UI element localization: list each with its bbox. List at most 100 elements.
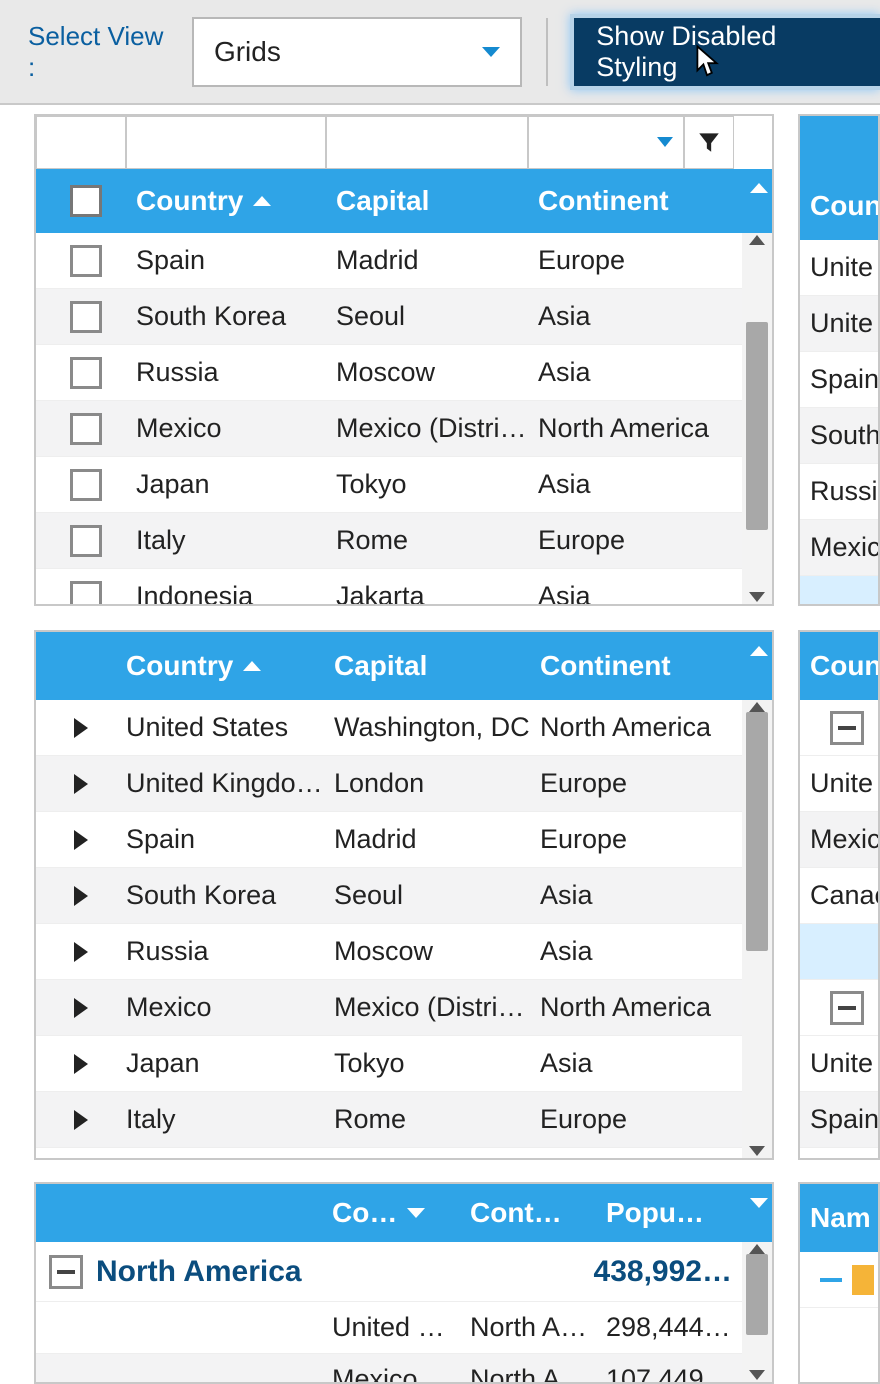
table-row[interactable]: United S…North A…298,444,… [36, 1302, 742, 1354]
table-row[interactable]: Unite [800, 1036, 878, 1092]
header-capital[interactable]: Capital [326, 169, 528, 233]
chevron-down-icon [657, 137, 673, 147]
row-checkbox[interactable] [70, 581, 102, 604]
vertical-scrollbar[interactable] [742, 700, 772, 1158]
table-row[interactable]: Unite [800, 296, 878, 352]
header-capital-label: Capital [334, 650, 427, 682]
row-checkbox[interactable] [70, 525, 102, 557]
scroll-down-icon[interactable] [749, 1146, 765, 1156]
scroll-up-icon[interactable] [749, 235, 765, 245]
row-checkbox[interactable] [70, 357, 102, 389]
collapse-icon[interactable] [49, 1255, 83, 1289]
scroll-track[interactable] [742, 245, 772, 592]
scroll-thumb[interactable] [746, 1254, 768, 1335]
header-name[interactable]: Nam [800, 1184, 878, 1252]
table-row[interactable]: Canac [800, 868, 878, 924]
header-country[interactable]: Coun [800, 172, 878, 240]
header-continent[interactable]: Cont… [460, 1184, 596, 1242]
table-row[interactable]: United Kingdo…LondonEurope [36, 756, 742, 812]
scroll-down-icon[interactable] [749, 592, 765, 602]
scroll-track[interactable] [742, 1254, 772, 1370]
cell-continent: Europe [530, 824, 736, 855]
sort-asc-icon [243, 661, 261, 671]
scroll-thumb[interactable] [746, 322, 768, 530]
header-country[interactable]: Co… [322, 1184, 460, 1242]
filter-cell-country[interactable] [126, 116, 326, 169]
vertical-scrollbar[interactable] [742, 233, 772, 604]
show-disabled-styling-button[interactable]: Show Disabled Styling [570, 14, 880, 90]
header-continent[interactable]: Continent [530, 632, 736, 700]
group-header-row[interactable] [800, 980, 878, 1036]
table-row[interactable]: ItalyRomeEurope [36, 513, 742, 569]
table-row[interactable]: Spain [800, 352, 878, 408]
table-row[interactable]: Unite [800, 240, 878, 296]
selected-row[interactable] [800, 576, 878, 606]
table-row[interactable]: JapanTokyoAsia [36, 1036, 742, 1092]
select-all-checkbox[interactable] [70, 185, 102, 217]
expand-icon[interactable] [74, 886, 88, 906]
expand-icon[interactable] [74, 1054, 88, 1074]
table-row[interactable]: RussiaMoscowAsia [36, 345, 742, 401]
cell-country: Mexico [126, 413, 326, 444]
header-country[interactable]: Country [116, 632, 324, 700]
expand-icon[interactable] [74, 830, 88, 850]
table-row[interactable]: MexicoMexico (Distri…North America [36, 980, 742, 1036]
selected-row[interactable] [800, 924, 878, 980]
table-row[interactable]: SpainMadridEurope [36, 233, 742, 289]
table-row[interactable]: South KoreaSeoulAsia [36, 868, 742, 924]
table-row[interactable]: ItalyRomeEurope [36, 1092, 742, 1148]
filter-cell-continent-dropdown[interactable] [528, 116, 684, 169]
expand-icon[interactable] [74, 998, 88, 1018]
table-row[interactable]: United StatesWashington, DCNorth America [36, 700, 742, 756]
view-select[interactable]: Grids [192, 17, 522, 87]
table-row[interactable]: South [800, 408, 878, 464]
scroll-down-icon[interactable] [749, 1370, 765, 1380]
header-country[interactable]: Coun [800, 632, 878, 700]
scroll-up-icon[interactable] [749, 1244, 765, 1254]
filter-funnel-button[interactable] [684, 116, 734, 169]
table-row[interactable]: JapanTokyoAsia [36, 457, 742, 513]
header-capital[interactable]: Capital [324, 632, 530, 700]
grid-grouped: Co… Cont… Popu… North America 438,992… U… [34, 1182, 774, 1384]
row-checkbox[interactable] [70, 413, 102, 445]
filter-cell-checkbox[interactable] [36, 116, 126, 169]
table-row[interactable]: South KoreaSeoulAsia [36, 289, 742, 345]
group-header-row[interactable] [800, 700, 878, 756]
scroll-thumb[interactable] [746, 712, 768, 951]
expand-icon[interactable] [74, 718, 88, 738]
row-checkbox[interactable] [70, 469, 102, 501]
cell-capital: Rome [324, 1104, 530, 1135]
collapse-icon[interactable] [830, 711, 864, 745]
table-row[interactable]: SpainMadridEurope [36, 812, 742, 868]
expand-icon[interactable] [74, 774, 88, 794]
scroll-up-icon[interactable] [749, 702, 765, 712]
cell-country: United S… [322, 1312, 460, 1343]
table-row[interactable]: MexicoMexico (Distri…North America [36, 401, 742, 457]
header-population[interactable]: Popu… [596, 1184, 732, 1242]
header-checkbox-cell[interactable] [36, 169, 126, 233]
table-row[interactable]: MexicoNorth A…107,449,… [36, 1354, 742, 1382]
filter-cell-capital[interactable] [326, 116, 528, 169]
collapse-icon[interactable] [830, 991, 864, 1025]
expand-icon[interactable] [74, 1110, 88, 1130]
table-row[interactable]: Spain [800, 1092, 878, 1148]
table-row[interactable]: Mexic [800, 520, 878, 576]
tree-row[interactable] [800, 1252, 878, 1308]
table-row[interactable]: Mexic [800, 812, 878, 868]
vertical-scrollbar[interactable] [742, 1242, 772, 1382]
row-checkbox[interactable] [70, 245, 102, 277]
cell-country: South Korea [126, 301, 326, 332]
grid-header: Country Capital Continent [36, 632, 772, 700]
expand-icon[interactable] [74, 942, 88, 962]
header-country[interactable]: Country [126, 169, 326, 233]
table-row[interactable]: Russi [800, 464, 878, 520]
cell-country: South Korea [116, 880, 324, 911]
header-continent[interactable]: Continent [528, 169, 734, 233]
group-header-row[interactable]: North America 438,992… [36, 1242, 742, 1302]
table-row[interactable]: Unite [800, 756, 878, 812]
collapse-icon[interactable] [820, 1278, 842, 1282]
scroll-track[interactable] [742, 712, 772, 1146]
row-checkbox[interactable] [70, 301, 102, 333]
table-row[interactable]: RussiaMoscowAsia [36, 924, 742, 980]
table-row[interactable]: IndonesiaJakartaAsia [36, 569, 742, 604]
